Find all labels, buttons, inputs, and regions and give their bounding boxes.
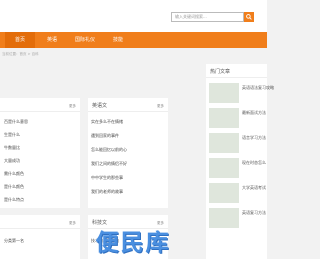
list-item[interactable]: 我们之间的情侣不好 — [91, 161, 127, 167]
article-thumbnail — [209, 183, 239, 203]
panel-header: 更多 — [0, 215, 80, 229]
search-icon — [246, 14, 252, 20]
list-item[interactable]: 中中学生的那些事 — [91, 175, 123, 181]
list-item[interactable]: 遇到回家的事件 — [91, 133, 119, 139]
list-item[interactable]: 是什么颜色 — [4, 184, 24, 190]
more-link[interactable]: 更多 — [69, 221, 76, 226]
list-item[interactable]: 实在多么不在情绪 — [91, 119, 123, 125]
main-nav: 首页 英语 国际礼仪 技能 — [0, 32, 267, 48]
article-title: 英语复习方法 — [242, 210, 266, 215]
more-link[interactable]: 更多 — [69, 104, 76, 109]
sidebar-header: 热门文章 — [206, 64, 267, 78]
sidebar-title: 热门文章 — [210, 69, 231, 75]
nav-etiquette[interactable]: 国际礼仪 — [70, 32, 100, 48]
sidebar-article[interactable]: 现在时态怎么 — [209, 158, 287, 183]
list-item[interactable]: 怎么能回忆以前的心 — [91, 147, 127, 153]
article-title: 语言学习方法 — [242, 135, 266, 140]
breadcrumb: 当前位置：首页 > 百科 — [2, 52, 39, 56]
list-item[interactable]: 牛数量比 — [4, 145, 20, 151]
list-item[interactable]: 生是什么 — [4, 132, 20, 138]
article-thumbnail — [209, 83, 239, 103]
site-header: 输入关键词搜索... — [0, 0, 267, 32]
article-title: 大学英语考试 — [242, 185, 266, 190]
nav-home[interactable]: 首页 — [5, 32, 35, 48]
sidebar-article[interactable]: 语言学习方法 — [209, 133, 287, 158]
lower-left-panel: 更多 分类第一名 — [0, 215, 80, 259]
article-thumbnail — [209, 133, 239, 153]
watermark-logo: 便民库 — [95, 230, 171, 256]
list-item[interactable]: 我们的老师的故事 — [91, 189, 123, 195]
list-item[interactable]: 分类第一名 — [4, 238, 24, 244]
hot-articles-sidebar: 热门文章 英语语法复习攻略 最新面试方法 语言学习方法 现在时态怎么 大学英语考… — [206, 64, 274, 259]
english-article-panel: 英语文 更多 实在多么不在情绪 遇到回家的事件 怎么能回忆以前的心 我们之间的情… — [88, 98, 168, 208]
search-button[interactable] — [244, 12, 254, 22]
list-item[interactable]: 是什么特点 — [4, 197, 24, 203]
article-title: 英语语法复习攻略 — [242, 85, 274, 90]
list-item[interactable]: 百是什么意思 — [4, 119, 28, 125]
article-title: 现在时态怎么 — [242, 160, 266, 165]
sidebar-article[interactable]: 英语语法复习攻略 — [209, 83, 287, 108]
search-input[interactable]: 输入关键词搜索... — [171, 12, 244, 22]
sidebar-article[interactable]: 英语复习方法 — [209, 208, 287, 233]
panel-title: 英语文 — [92, 103, 108, 109]
list-item[interactable]: 需什么颜色 — [4, 171, 24, 177]
sidebar-article[interactable]: 最新面试方法 — [209, 108, 287, 133]
article-title: 最新面试方法 — [242, 110, 266, 115]
nav-english[interactable]: 英语 — [37, 32, 67, 48]
nav-skills[interactable]: 技能 — [103, 32, 133, 48]
left-article-panel: 更多 百是什么意思 生是什么 牛数量比 大量成功 需什么颜色 是什么颜色 是什么… — [0, 98, 80, 208]
article-thumbnail — [209, 208, 239, 228]
list-item[interactable]: 大量成功 — [4, 158, 20, 164]
panel-header: 更多 — [0, 98, 80, 112]
article-thumbnail — [209, 158, 239, 178]
sidebar-article[interactable]: 大学英语考试 — [209, 183, 287, 208]
article-thumbnail — [209, 108, 239, 128]
more-link[interactable]: 更多 — [157, 104, 164, 109]
panel-header: 英语文 更多 — [88, 98, 168, 112]
